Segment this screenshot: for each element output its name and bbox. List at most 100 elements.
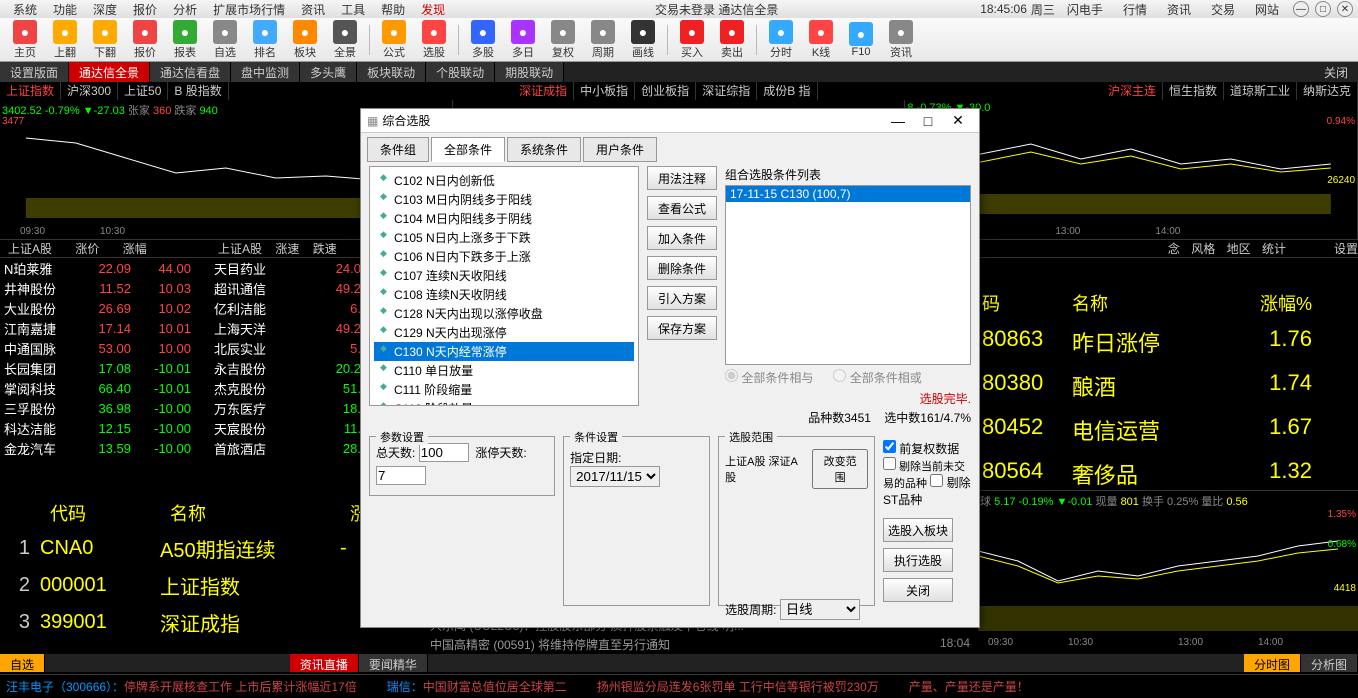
tab-7[interactable]: 期股联动 xyxy=(495,62,564,82)
hdr-btn-3[interactable]: 交易 xyxy=(1203,1,1243,18)
maximize-icon[interactable]: □ xyxy=(1315,1,1331,17)
cond-list[interactable]: 17-11-15 C130 (100,7) xyxy=(725,185,971,365)
param1-input[interactable] xyxy=(419,443,469,462)
tree-item[interactable]: C111 阶段缩量 xyxy=(374,380,634,399)
th-l2[interactable]: 涨幅 xyxy=(123,242,147,256)
hdr-btn-4[interactable]: 网站 xyxy=(1247,1,1287,18)
dlg-btn-3[interactable]: 删除条件 xyxy=(647,256,717,280)
th-l1[interactable]: 涨价 xyxy=(75,242,99,256)
toolbar-btn-9[interactable]: ●公式 xyxy=(374,20,414,60)
bt-fxt[interactable]: 分析图 xyxy=(1301,654,1358,672)
dlg-btn-2[interactable]: 加入条件 xyxy=(647,226,717,250)
tree-item[interactable]: C129 N天内出现涨停 xyxy=(374,323,634,342)
ticker-seg[interactable]: 汪丰电子（300666）：停牌系开展核查工作 上市后累计涨幅近17倍 xyxy=(6,678,357,695)
tab-6[interactable]: 个股联动 xyxy=(426,62,495,82)
idx-sz[interactable]: 深证成指 xyxy=(513,82,574,100)
idx-hs300[interactable]: 沪深300 xyxy=(61,82,118,100)
toolbar-btn-19[interactable]: ●K线 xyxy=(801,20,841,60)
tree-item[interactable]: C103 M日内阴线多于阳线 xyxy=(374,190,634,209)
sector-row[interactable]: 80380酿酒1.74 xyxy=(978,364,1358,408)
hdr-btn-2[interactable]: 资讯 xyxy=(1159,1,1199,18)
toolbar-btn-18[interactable]: ●分时 xyxy=(761,20,801,60)
menu-help[interactable]: 帮助 xyxy=(373,1,413,18)
dialog-maximize-icon[interactable]: □ xyxy=(913,113,943,129)
idx-b[interactable]: B 股指数 xyxy=(168,82,228,100)
param2-input[interactable] xyxy=(376,466,426,485)
bt-fst[interactable]: 分时图 xyxy=(1244,654,1301,672)
toolbar-btn-21[interactable]: ●资讯 xyxy=(881,20,921,60)
dialog-titlebar[interactable]: ▦ 综合选股 — □ ✕ xyxy=(361,109,979,133)
tab-4[interactable]: 多头鹰 xyxy=(300,62,357,82)
stock-row[interactable]: 长园集团17.08-10.01 xyxy=(0,358,210,378)
stock-row[interactable]: 井神股份11.5210.03 xyxy=(0,278,210,298)
toolbar-btn-11[interactable]: ●多股 xyxy=(463,20,503,60)
menu-ext[interactable]: 扩展市场行情 xyxy=(205,1,293,18)
toolbar-btn-17[interactable]: ●卖出 xyxy=(712,20,752,60)
dialog-minimize-icon[interactable]: — xyxy=(883,113,913,129)
stock-row[interactable]: 江南嘉捷17.1410.01 xyxy=(0,318,210,338)
toolbar-btn-1[interactable]: ●上翻 xyxy=(45,20,85,60)
tab-1[interactable]: 通达信全景 xyxy=(69,62,150,82)
tab-close[interactable]: 关闭 xyxy=(1314,62,1358,82)
idx-ndq[interactable]: 纳斯达克 xyxy=(1297,82,1358,100)
act-btn-0[interactable]: 选股入板块 xyxy=(883,518,953,542)
toolbar-btn-3[interactable]: ●报价 xyxy=(125,20,165,60)
dlg-tab-0[interactable]: 条件组 xyxy=(367,137,429,162)
dlg-tab-2[interactable]: 系统条件 xyxy=(507,137,581,162)
tree-item[interactable]: C128 N天内出现以涨停收盘 xyxy=(374,304,634,323)
menu-info[interactable]: 资讯 xyxy=(293,1,333,18)
th-r0[interactable]: 念 xyxy=(1168,242,1180,256)
toolbar-btn-5[interactable]: ●自选 xyxy=(205,20,245,60)
ticker-seg[interactable]: 产量、产量还是产量！ xyxy=(909,678,1029,695)
hdr-btn-1[interactable]: 行情 xyxy=(1115,1,1155,18)
stock-row[interactable]: 中通国脉53.0010.00 xyxy=(0,338,210,358)
stock-row[interactable]: 大业股份26.6910.02 xyxy=(0,298,210,318)
toolbar-btn-0[interactable]: ●主页 xyxy=(5,20,45,60)
menu-tool[interactable]: 工具 xyxy=(333,1,373,18)
dlg-tab-3[interactable]: 用户条件 xyxy=(583,137,657,162)
stock-row[interactable]: 掌阅科技66.40-10.01 xyxy=(0,378,210,398)
th-m1[interactable]: 涨速 xyxy=(275,242,299,256)
tree-item[interactable]: C104 M日内阳线多于阴线 xyxy=(374,209,634,228)
tree-item[interactable]: C112 阶段放量 xyxy=(374,399,634,406)
tree-item[interactable]: C106 N日内下跌多于上涨 xyxy=(374,247,634,266)
act-btn-1[interactable]: 执行选股 xyxy=(883,548,953,572)
date-select[interactable]: 2017/11/15 xyxy=(570,466,660,487)
bt-ywjh[interactable]: 要闻精华 xyxy=(359,654,428,672)
radio-or[interactable]: 全部条件相或 xyxy=(833,369,921,386)
tree-item[interactable]: C102 N日内创新低 xyxy=(374,171,634,190)
toolbar-btn-20[interactable]: ●F10 xyxy=(841,22,881,58)
idx-zxb[interactable]: 中小板指 xyxy=(574,82,635,100)
dlg-btn-5[interactable]: 保存方案 xyxy=(647,316,717,340)
toolbar-btn-14[interactable]: ●周期 xyxy=(583,20,623,60)
idx-sh50[interactable]: 上证50 xyxy=(118,82,168,100)
stock-row[interactable]: 金龙汽车13.59-10.00 xyxy=(0,438,210,458)
dlg-btn-4[interactable]: 引入方案 xyxy=(647,286,717,310)
close-icon[interactable]: ✕ xyxy=(1337,1,1353,17)
act-btn-2[interactable]: 关闭 xyxy=(883,578,953,602)
th-r1[interactable]: 风格 xyxy=(1191,242,1215,256)
news-row[interactable]: 中国高精密 (00591) 将维持停牌直至另行通知 18:04 xyxy=(430,635,970,654)
cond-list-item[interactable]: 17-11-15 C130 (100,7) xyxy=(726,186,970,202)
chk-fuquan[interactable]: 前复权数据 xyxy=(883,442,959,456)
idx-sh[interactable]: 上证指数 xyxy=(0,82,61,100)
dlg-btn-0[interactable]: 用法注释 xyxy=(647,166,717,190)
radio-and[interactable]: 全部条件相与 xyxy=(725,369,813,386)
right-chart[interactable]: 球 5.17 -0.19% ▼-0.01 现量 801 换手 0.25% 量比 … xyxy=(978,490,1358,650)
th-setting[interactable]: 设置 xyxy=(1334,240,1358,257)
stock-row[interactable]: 三孚股份36.98-10.00 xyxy=(0,398,210,418)
minimize-icon[interactable]: — xyxy=(1293,1,1309,17)
idx-dj[interactable]: 道琼斯工业 xyxy=(1224,82,1297,100)
dlg-tab-1[interactable]: 全部条件 xyxy=(431,137,505,162)
tree-item[interactable]: C107 连续N天收阳线 xyxy=(374,266,634,285)
bt-zxzb[interactable]: 资讯直播 xyxy=(290,654,359,672)
idx-hszl[interactable]: 沪深主连 xyxy=(1102,82,1163,100)
menu-discover[interactable]: 发现 xyxy=(413,1,453,18)
tab-0[interactable]: 设置版面 xyxy=(0,62,69,82)
ticker-seg[interactable]: 瑞信：中国财富总值位居全球第二 xyxy=(387,678,567,695)
toolbar-btn-4[interactable]: ●报表 xyxy=(165,20,205,60)
menu-system[interactable]: 系统 xyxy=(5,1,45,18)
dialog-close-icon[interactable]: ✕ xyxy=(943,112,973,129)
toolbar-btn-12[interactable]: ●多日 xyxy=(503,20,543,60)
toolbar-btn-2[interactable]: ●下翻 xyxy=(85,20,125,60)
